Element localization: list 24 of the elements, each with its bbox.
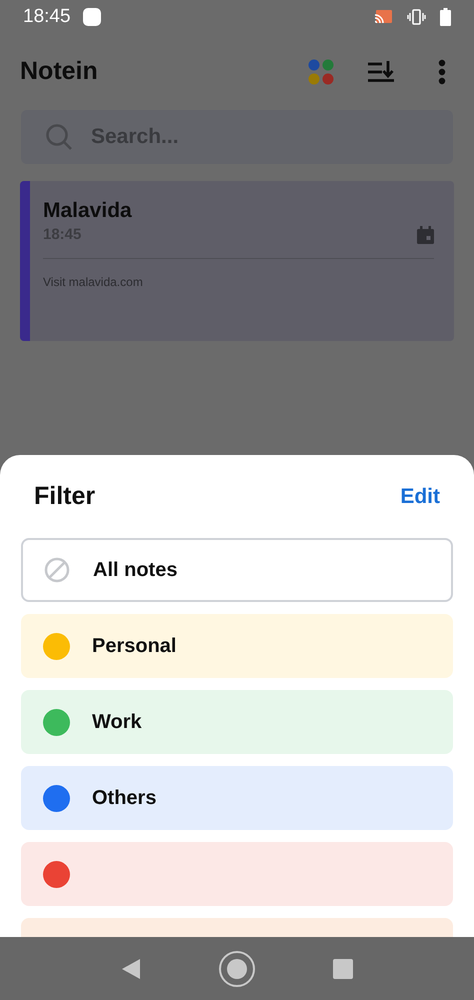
vibrate-icon <box>407 9 426 25</box>
notification-icon <box>82 8 101 26</box>
note-title: Malavida <box>43 198 133 224</box>
status-time: 18:45 <box>23 4 71 29</box>
note-body: Visit malavida.com <box>43 274 144 290</box>
search-icon <box>45 123 73 151</box>
edit-button[interactable]: Edit <box>400 480 440 512</box>
battery-icon <box>440 8 451 26</box>
filter-item[interactable]: Others <box>21 766 453 830</box>
sheet-title: Filter <box>34 480 96 512</box>
none-icon <box>43 556 71 584</box>
back-icon[interactable] <box>121 958 141 980</box>
filter-item[interactable]: Work <box>21 690 453 754</box>
filter-item[interactable]: All notes <box>21 538 453 602</box>
color-palette-icon[interactable] <box>308 59 334 85</box>
cast-icon <box>374 9 393 25</box>
sort-icon[interactable] <box>368 61 394 83</box>
filter-item[interactable]: Personal <box>21 614 453 678</box>
recents-icon[interactable] <box>333 958 353 978</box>
app-title: Notein <box>20 56 99 88</box>
filter-item[interactable] <box>21 842 453 906</box>
home-icon[interactable] <box>218 950 256 988</box>
more-icon[interactable] <box>438 59 446 85</box>
calendar-icon <box>417 226 434 244</box>
